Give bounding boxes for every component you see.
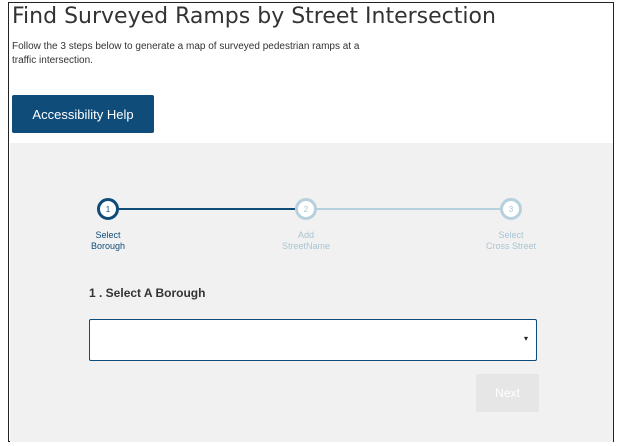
step-2-label-line1: Add [297, 230, 314, 240]
progress-track-remaining [317, 208, 500, 210]
step-3-label: Select Cross Street [466, 230, 556, 252]
step-1-label: Select Borough [63, 230, 153, 252]
step-3-indicator[interactable]: 3 [500, 198, 522, 220]
step-3-label-line1: Select [498, 230, 524, 240]
step-2-label: Add StreetName [261, 230, 351, 252]
step-2-indicator[interactable]: 2 [295, 198, 317, 220]
section-heading: 1 . Select A Borough [89, 286, 206, 300]
step-1-label-line1: Select [95, 230, 121, 240]
step-3-label-line2: Cross Street [485, 241, 536, 251]
step-1-indicator[interactable]: 1 [97, 198, 119, 220]
step-1-label-line2: Borough [90, 241, 126, 251]
next-button[interactable]: Next [476, 374, 539, 412]
step-2-label-line2: StreetName [281, 241, 331, 251]
page-title: Find Surveyed Ramps by Street Intersecti… [12, 4, 496, 29]
progress-track-completed [119, 208, 295, 210]
accessibility-help-button[interactable]: Accessibility Help [12, 95, 154, 133]
page-subtitle: Follow the 3 steps below to generate a m… [12, 41, 360, 66]
borough-select[interactable]: ▾ [89, 319, 537, 361]
chevron-down-icon: ▾ [523, 334, 528, 343]
